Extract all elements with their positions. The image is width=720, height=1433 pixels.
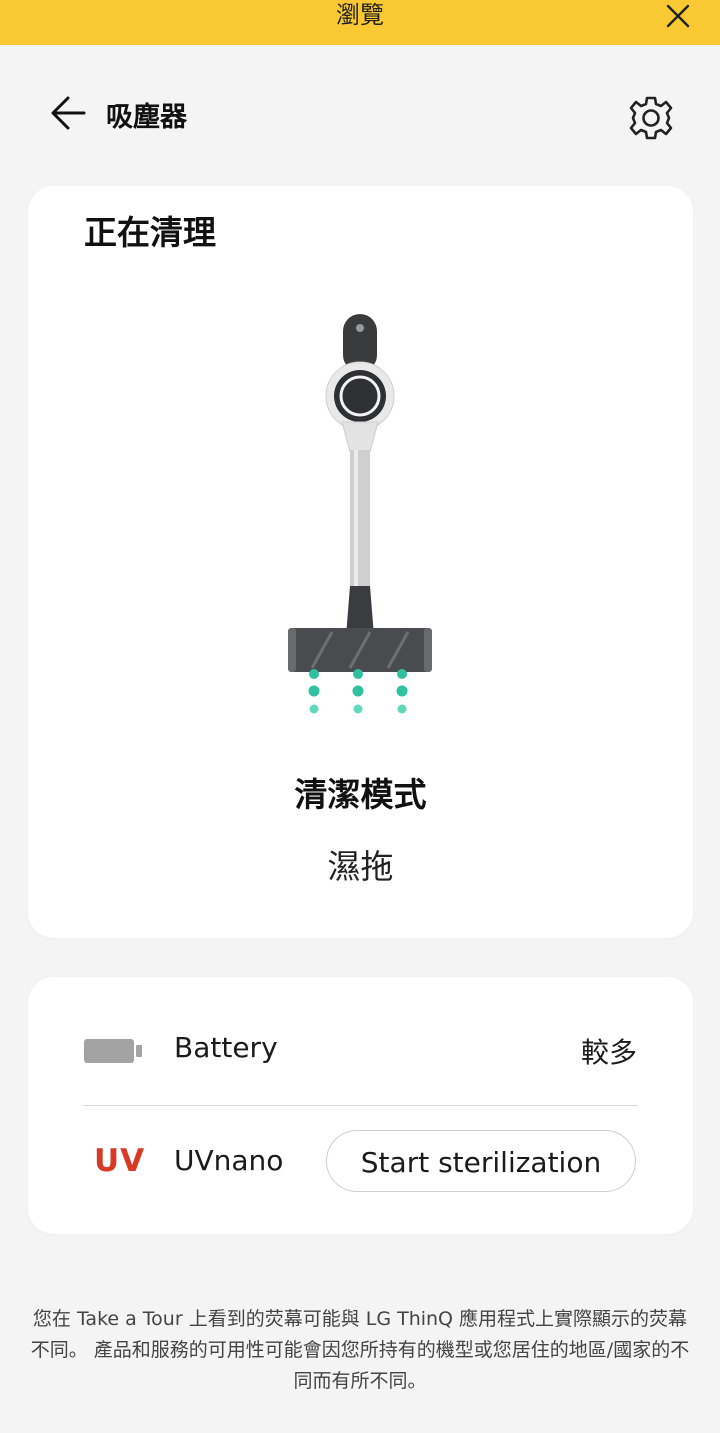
divider xyxy=(84,1105,638,1106)
gear-icon xyxy=(629,96,673,140)
arrow-left-icon xyxy=(51,96,86,130)
info-card: Battery 較多 UV UVnano Start sterilization xyxy=(28,977,693,1234)
app-header: 吸塵器 xyxy=(0,45,720,185)
uv-icon: UV xyxy=(94,1143,146,1179)
disclaimer-text: 您在 Take a Tour 上看到的荧幕可能與 LG ThinQ 應用程式上實… xyxy=(30,1308,690,1392)
page-title: 吸塵器 xyxy=(106,102,187,133)
vacuum-illustration xyxy=(288,314,432,714)
close-icon[interactable] xyxy=(664,2,692,30)
top-bar-title: 瀏覽 xyxy=(336,1,384,29)
settings-button[interactable] xyxy=(624,93,678,143)
top-bar: 瀏覽 xyxy=(0,0,720,45)
cleaning-mode-label: 清潔模式 xyxy=(294,775,427,814)
back-button[interactable] xyxy=(46,93,90,133)
battery-icon xyxy=(84,1039,142,1063)
battery-label: Battery xyxy=(174,1031,278,1064)
status-title: 正在清理 xyxy=(84,213,216,252)
cleaning-mode-value: 濕拖 xyxy=(327,847,394,886)
status-card: 正在清理 清潔模式 濕拖 xyxy=(28,186,693,938)
start-sterilization-button[interactable]: Start sterilization xyxy=(326,1130,636,1192)
uvnano-label: UVnano xyxy=(174,1144,284,1177)
battery-level-value: 較多 xyxy=(580,1036,637,1069)
